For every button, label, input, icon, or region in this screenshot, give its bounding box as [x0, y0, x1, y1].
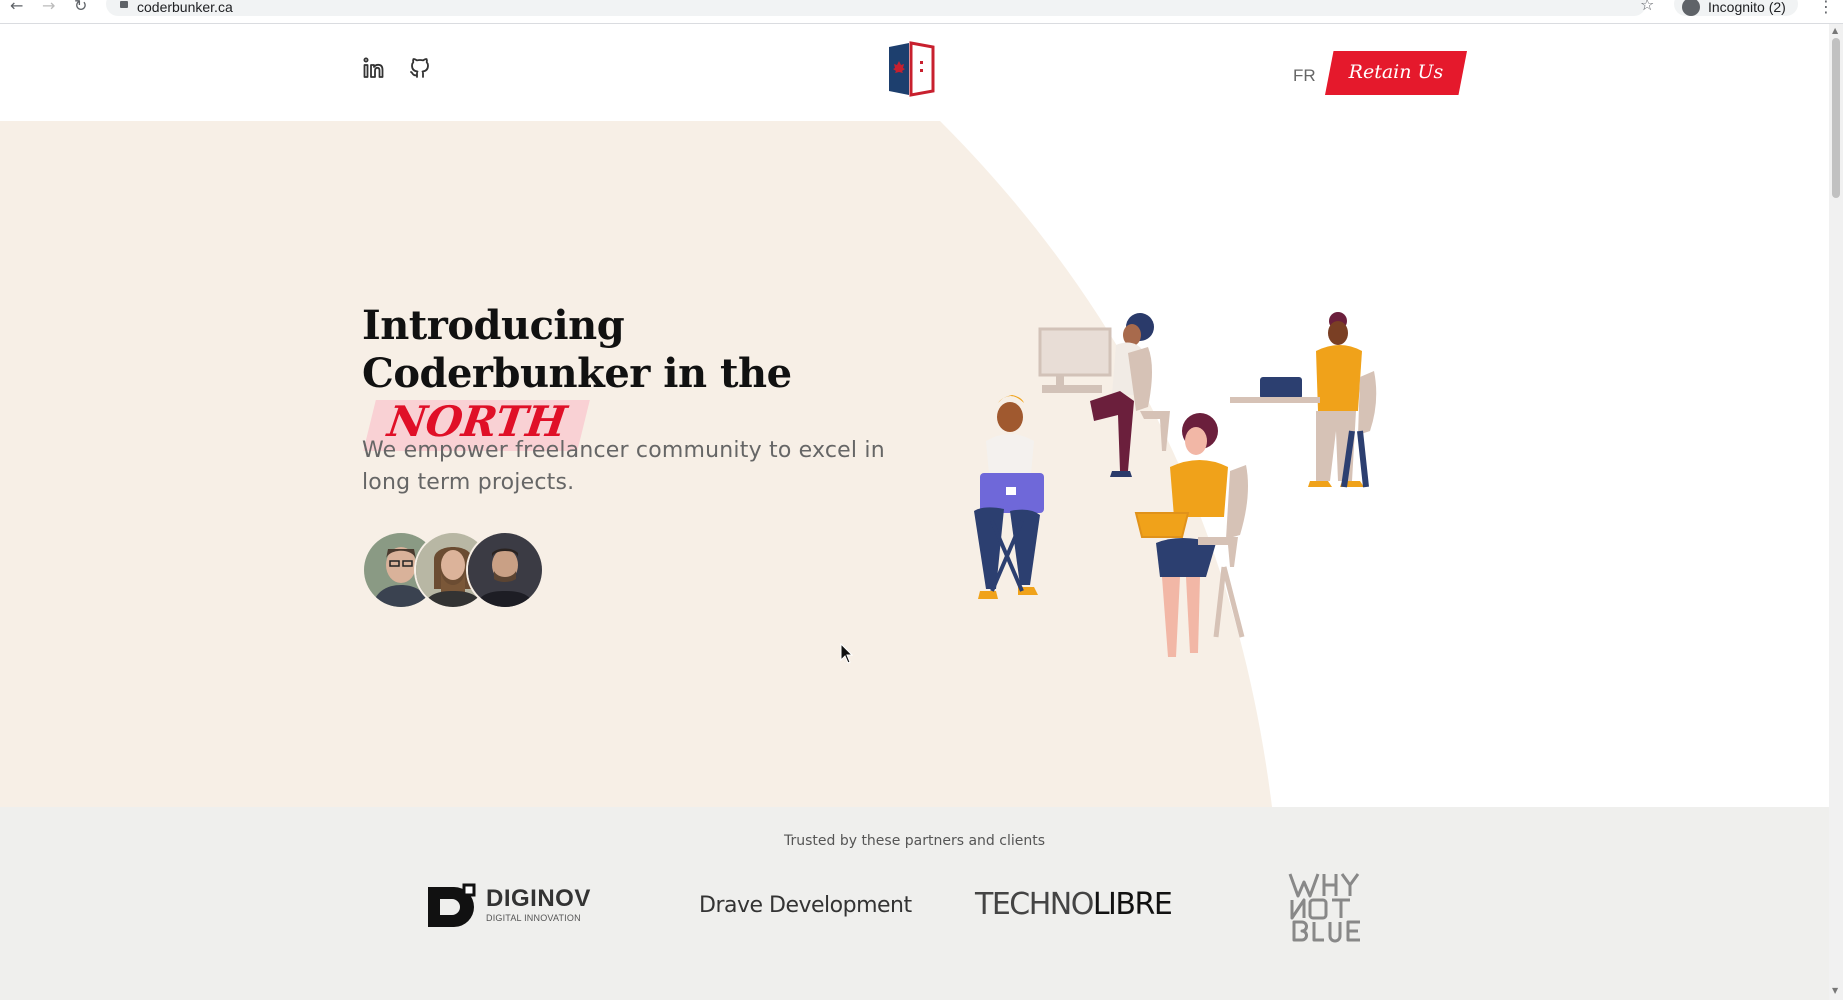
incognito-icon [1682, 0, 1700, 16]
retain-us-button[interactable]: Retain Us [1325, 51, 1467, 95]
scrollbar-thumb[interactable] [1832, 38, 1840, 198]
bookmark-star-icon[interactable]: ☆ [1640, 0, 1654, 14]
back-icon[interactable]: ← [10, 0, 23, 14]
address-bar[interactable]: coderbunker.ca [106, 0, 1646, 16]
scroll-down-icon[interactable]: ▼ [1832, 986, 1838, 995]
diginov-mark-icon [428, 883, 476, 927]
scroll-up-icon[interactable]: ▲ [1832, 26, 1838, 35]
hero-subtitle: We empower freelancer community to excel… [362, 438, 885, 495]
hero-section: Introducing Coderbunker in the NORTH We … [0, 121, 1829, 807]
language-switch-fr[interactable]: FR [1293, 66, 1316, 86]
partners-caption: Trusted by these partners and clients [783, 833, 1046, 849]
forward-icon[interactable]: → [42, 0, 55, 14]
site-logo[interactable] [887, 41, 937, 99]
site-header: FR Retain Us [0, 24, 1829, 122]
reload-icon[interactable]: ↻ [74, 0, 87, 14]
incognito-profile-button[interactable]: Incognito (2) [1674, 0, 1798, 16]
url-text: coderbunker.ca [137, 0, 233, 15]
page-viewport: FR Retain Us Introducing Coderbunker in … [0, 24, 1829, 1000]
team-illustration [974, 312, 1377, 657]
lock-icon [120, 1, 128, 8]
partner-logo-why-not-blue[interactable] [1286, 870, 1366, 944]
avatar [466, 531, 544, 609]
headline-prefix: Introducing Coderbunker in the [362, 302, 792, 397]
social-links [362, 56, 432, 80]
github-icon[interactable] [408, 56, 432, 80]
mouse-cursor-icon [840, 643, 854, 664]
hero-headline: Introducing Coderbunker in the NORTH [362, 302, 922, 447]
browser-menu-icon[interactable]: ⋮ [1818, 0, 1834, 16]
page-scrollbar[interactable]: ▲ ▼ [1829, 24, 1843, 1000]
retain-us-label: Retain Us [1348, 61, 1444, 83]
linkedin-icon[interactable] [362, 56, 386, 80]
partner-logo-drave-development[interactable]: Drave Development [699, 893, 912, 918]
browser-toolbar: ← → ↻ coderbunker.ca ☆ Incognito (2) ⋮ [0, 0, 1843, 24]
partner-logo-technolibre[interactable]: TECHNOLIBRE [975, 887, 1173, 922]
partner-logo-diginov[interactable]: DIGINOV DIGITAL INNOVATION [426, 883, 590, 931]
incognito-label: Incognito (2) [1708, 0, 1786, 15]
partners-section: Trusted by these partners and clients DI… [0, 807, 1829, 1000]
